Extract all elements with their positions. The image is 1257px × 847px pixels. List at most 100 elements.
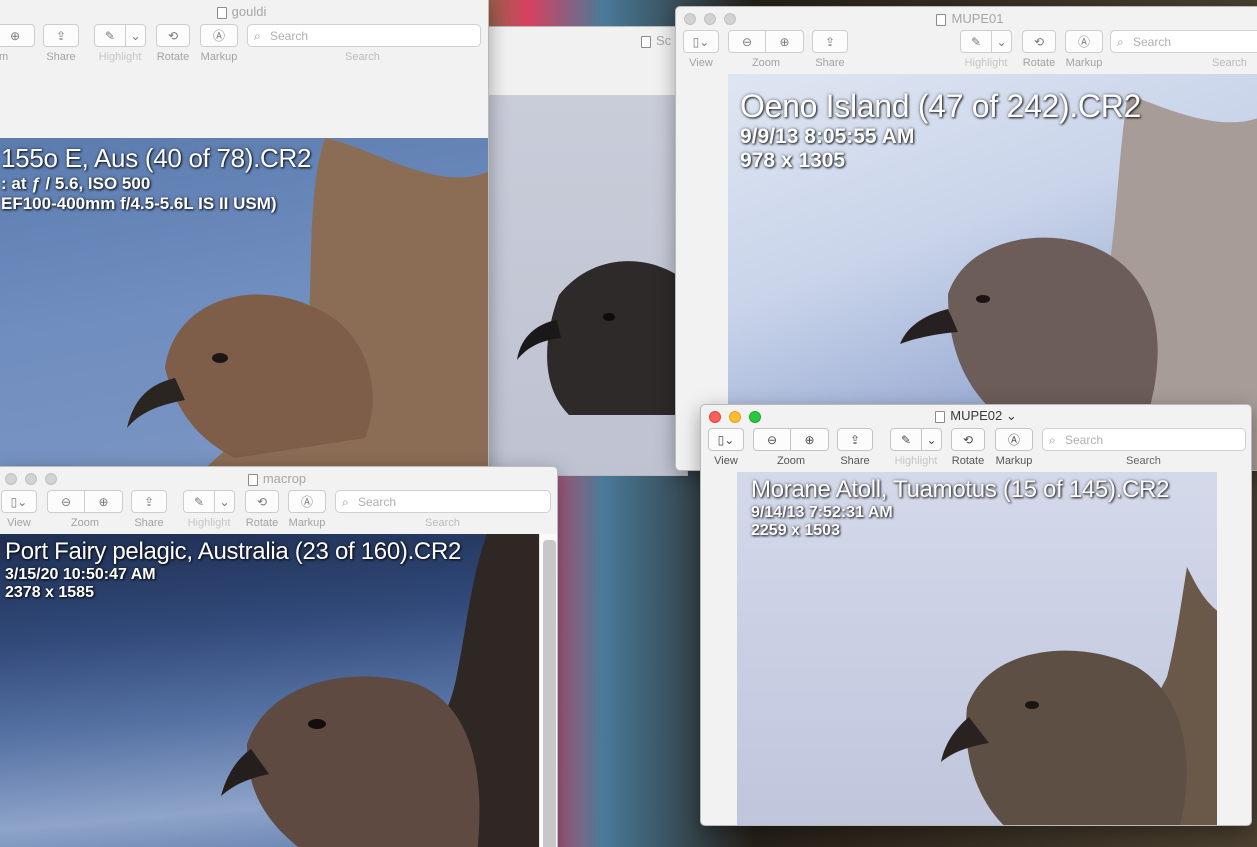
sidebar-icon: ▯⌄ (10, 494, 28, 509)
highlight-menu-button[interactable]: ⌄ (215, 490, 235, 513)
zoom-in-button[interactable]: ⊕ (0, 24, 35, 47)
rotate-group: ⟲ Rotate (156, 24, 190, 63)
toolbar: ▯⌄ View ⊖ ⊕ Zoom ⇪ Share ✎ ⌄ Highlight ⟲… (701, 425, 1251, 471)
share-icon: ⇪ (824, 34, 836, 49)
share-button[interactable]: ⇪ (812, 30, 848, 53)
photo-view[interactable]: Morane Atoll, Tuamotus (15 of 145).CR2 9… (737, 472, 1217, 825)
zoom-group: ⊖ ⊕ Zoom (753, 428, 829, 467)
search-field[interactable]: ⌕ Search (1042, 428, 1246, 451)
search-field[interactable]: ⌕ Search (247, 24, 481, 47)
document-icon (641, 36, 651, 48)
zoom-out-button[interactable]: ⊖ (753, 428, 791, 451)
document-icon (216, 7, 227, 19)
toolbar: ⊕ m ⇪ Share ✎ ⌄ Highlight ⟲ Rotate Ⓐ Mar… (0, 21, 488, 67)
markup-group: Ⓐ Markup (1065, 30, 1103, 69)
view-group: ▯⌄ View (708, 428, 744, 467)
markup-button[interactable]: Ⓐ (995, 428, 1033, 451)
markup-group: Ⓐ Markup (288, 490, 326, 529)
share-group: ⇪ Share (837, 428, 873, 467)
highlighter-icon: ✎ (900, 432, 912, 447)
markup-icon: Ⓐ (300, 495, 313, 509)
window-mupe02[interactable]: MUPE02 ⌄ ▯⌄ View ⊖ ⊕ Zoom ⇪ Share ✎ ⌄ Hi… (700, 404, 1252, 826)
bird-photo-image (499, 235, 687, 420)
overlay-filename: Morane Atoll, Tuamotus (15 of 145).CR2 (751, 476, 1170, 503)
highlight-group: ✎ ⌄ Highlight (960, 30, 1012, 69)
photo-view[interactable]: Port Fairy pelagic, Australia (23 of 160… (0, 534, 539, 847)
zoom-in-button[interactable]: ⊕ (766, 30, 804, 53)
view-group: ▯⌄ View (683, 30, 719, 69)
share-icon: ⇪ (849, 432, 861, 447)
scrollbar-thumb[interactable] (543, 540, 556, 847)
overlay-dimensions: 2259 x 1503 (751, 522, 840, 539)
highlight-menu-button[interactable]: ⌄ (922, 428, 942, 451)
rotate-icon: ⟲ (1033, 34, 1045, 49)
zoom-out-icon: ⊖ (741, 34, 753, 49)
share-button[interactable]: ⇪ (43, 24, 79, 47)
chevron-down-icon: ⌄ (996, 34, 1007, 49)
window-macrop[interactable]: macrop ▯⌄ View ⊖ ⊕ Zoom ⇪ Share ✎ ⌄ High… (0, 466, 558, 847)
window-sc[interactable]: Sc (488, 26, 688, 476)
highlight-menu-button[interactable]: ⌄ (126, 24, 146, 47)
overlay-date: 3/15/20 10:50:47 AM (5, 566, 156, 583)
view-button[interactable]: ▯⌄ (1, 490, 37, 513)
search-icon: ⌕ (342, 495, 349, 509)
highlight-button[interactable]: ✎ (183, 490, 215, 513)
markup-icon: Ⓐ (212, 29, 225, 43)
rotate-button[interactable]: ⟲ (245, 490, 279, 513)
markup-icon: Ⓐ (1077, 35, 1090, 49)
view-button[interactable]: ▯⌄ (683, 30, 719, 53)
view-button[interactable]: ▯⌄ (708, 428, 744, 451)
zoom-out-button[interactable]: ⊖ (47, 490, 85, 513)
share-button[interactable]: ⇪ (131, 490, 167, 513)
highlight-group: ✎ ⌄ Highlight (183, 490, 235, 529)
window-mupe01[interactable]: MUPE01 ▯⌄ View ⊖ ⊕ Zoom ⇪ Share ✎ ⌄ High… (675, 6, 1257, 471)
rotate-button[interactable]: ⟲ (156, 24, 190, 47)
overlay-dimensions: 2378 x 1585 (5, 584, 94, 601)
zoom-in-icon: ⊕ (98, 494, 109, 509)
document-icon (247, 474, 258, 486)
highlight-menu-button[interactable]: ⌄ (992, 30, 1012, 53)
rotate-button[interactable]: ⟲ (951, 428, 985, 451)
chevron-down-icon: ⌄ (926, 432, 937, 447)
share-group: ⇪ Share (812, 30, 848, 69)
zoom-out-button[interactable]: ⊖ (728, 30, 766, 53)
markup-button[interactable]: Ⓐ (288, 490, 326, 513)
zoom-out-icon: ⊖ (766, 432, 778, 447)
share-icon: ⇪ (143, 494, 155, 509)
overlay-filename: Port Fairy pelagic, Australia (23 of 160… (5, 538, 462, 565)
photo-view[interactable]: 155o E, Aus (40 of 78).CR2 : at ƒ / 5.6,… (0, 138, 488, 478)
search-field[interactable]: ⌕ Search (1110, 30, 1257, 53)
photo-info-overlay: Morane Atoll, Tuamotus (15 of 145).CR2 9… (751, 476, 1169, 540)
sidebar-icon: ▯⌄ (717, 432, 735, 447)
zoom-in-button[interactable]: ⊕ (791, 428, 829, 451)
toolbar: ▯⌄ View ⊖ ⊕ Zoom ⇪ Share ✎ ⌄ Highlight ⟲… (0, 487, 557, 533)
highlight-button[interactable]: ✎ (960, 30, 992, 53)
view-group: ▯⌄ View (1, 490, 37, 529)
search-field[interactable]: ⌕ Search (335, 490, 551, 513)
highlight-button[interactable]: ✎ (94, 24, 126, 47)
search-icon: ⌕ (1117, 35, 1124, 49)
rotate-icon: ⟲ (167, 28, 179, 43)
rotate-button[interactable]: ⟲ (1022, 30, 1056, 53)
share-button[interactable]: ⇪ (837, 428, 873, 451)
share-icon: ⇪ (55, 28, 67, 43)
highlighter-icon: ✎ (970, 34, 982, 49)
photo-view[interactable] (489, 95, 687, 475)
search-icon: ⌕ (254, 29, 261, 43)
rotate-icon: ⟲ (962, 432, 974, 447)
bird-photo-image (937, 567, 1217, 825)
window-gouldi[interactable]: gouldi ⊕ m ⇪ Share ✎ ⌄ Highlight ⟲ Rotat… (0, 0, 489, 479)
rotate-group: ⟲ Rotate (245, 490, 279, 529)
highlight-group: ✎ ⌄ Highlight (890, 428, 942, 467)
overlay-lens: EF100-400mm f/4.5-5.6L IS II USM) (1, 194, 277, 213)
zoom-in-button[interactable]: ⊕ (85, 490, 123, 513)
markup-button[interactable]: Ⓐ (1065, 30, 1103, 53)
vertical-scrollbar[interactable] (539, 534, 557, 847)
overlay-date: 9/9/13 8:05:55 AM (740, 125, 915, 148)
zoom-in-icon: ⊕ (9, 28, 21, 43)
zoom-group: ⊕ m (0, 24, 35, 63)
photo-info-overlay: 155o E, Aus (40 of 78).CR2 : at ƒ / 5.6,… (1, 143, 311, 214)
highlight-button[interactable]: ✎ (890, 428, 922, 451)
markup-button[interactable]: Ⓐ (200, 24, 238, 47)
window-title: Sc (489, 30, 687, 54)
